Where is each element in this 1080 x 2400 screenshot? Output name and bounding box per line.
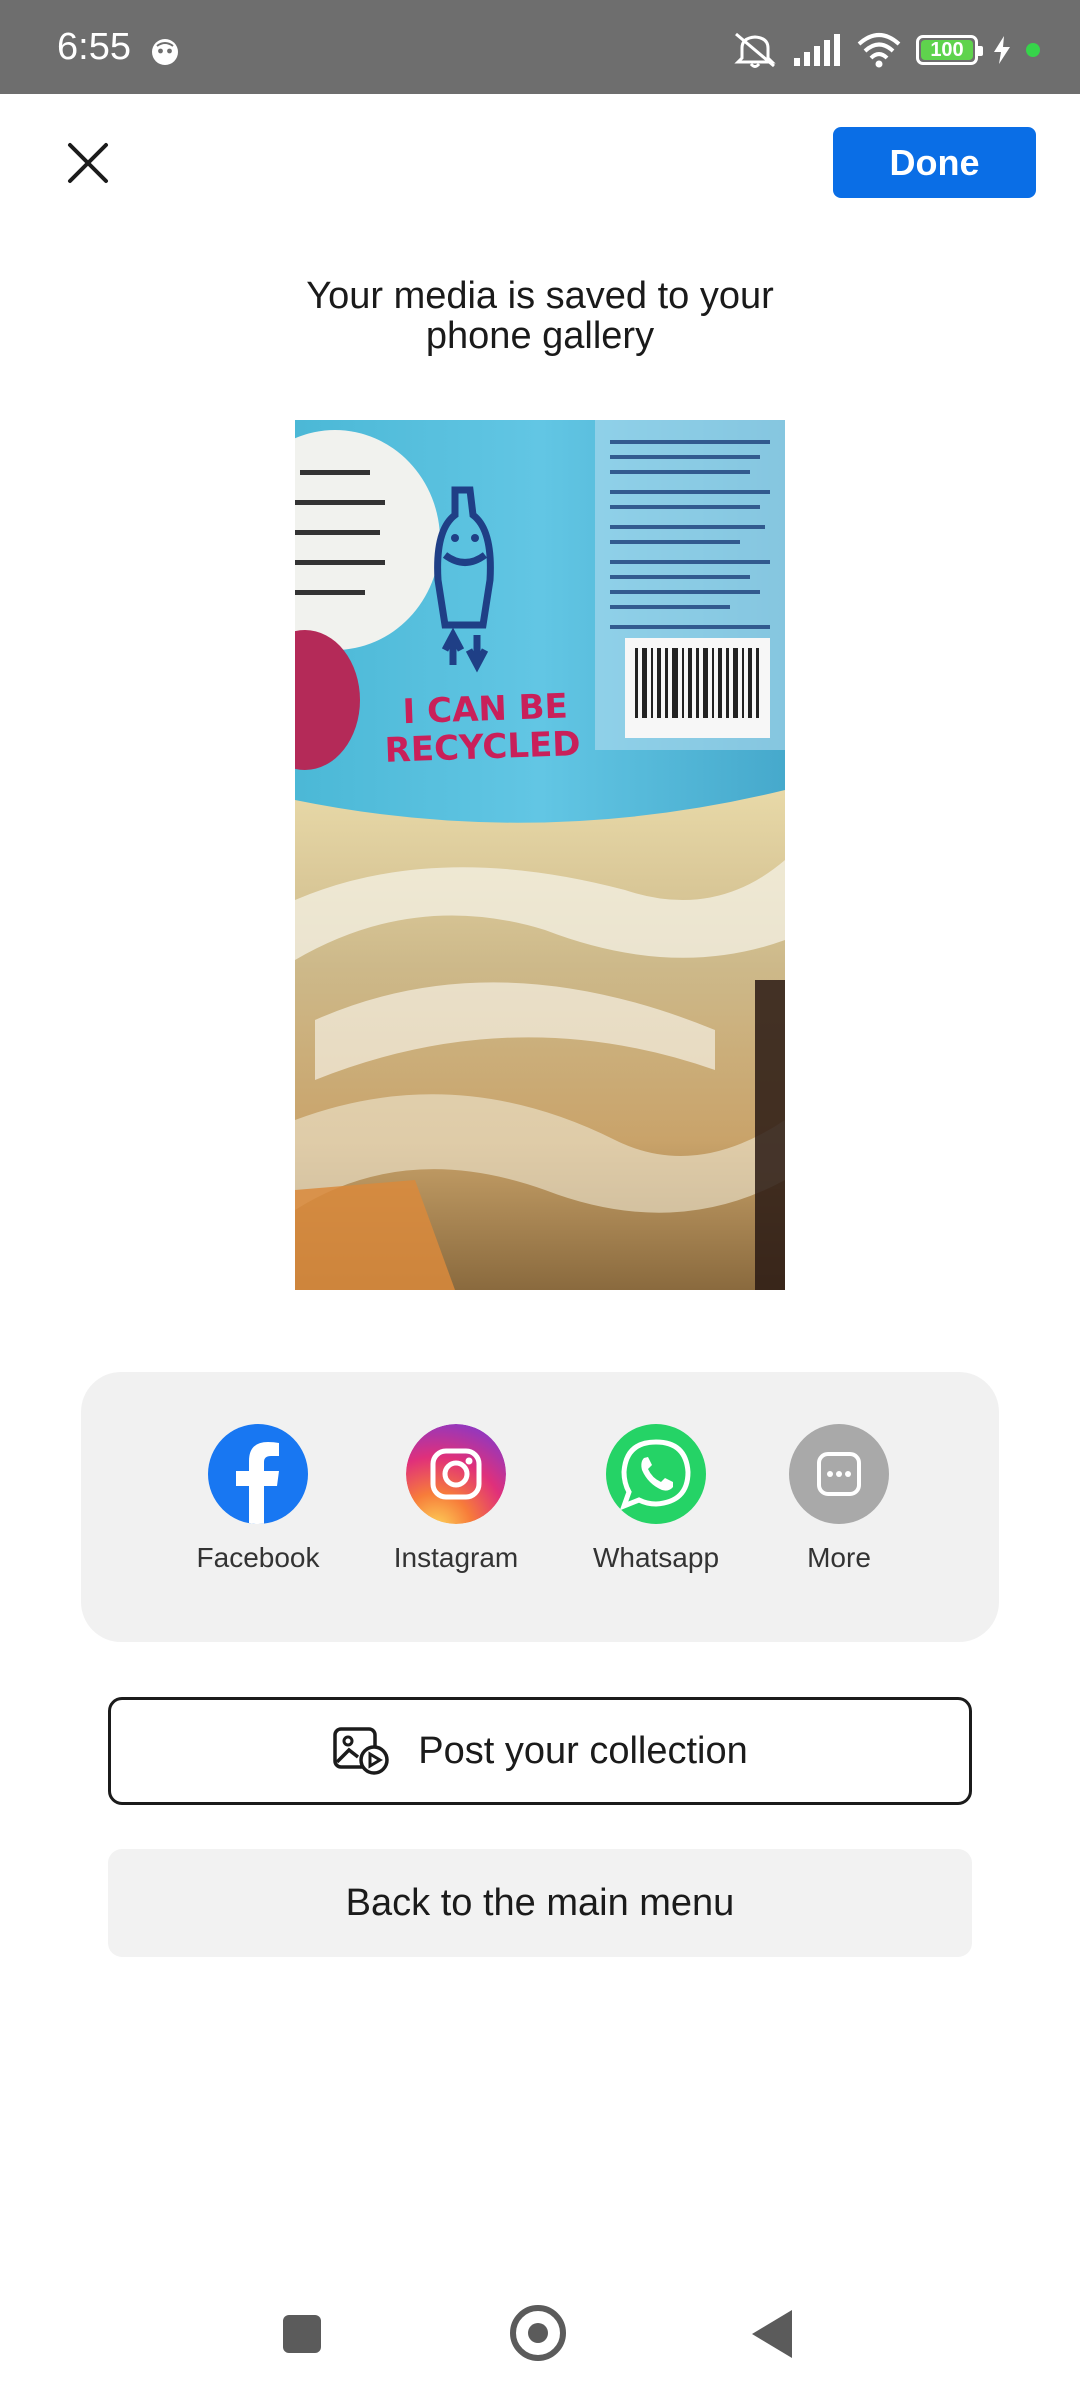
share-panel: Facebook Instagram Whatsapp More xyxy=(81,1372,999,1642)
whatsapp-icon xyxy=(606,1424,706,1524)
share-instagram[interactable]: Instagram xyxy=(366,1424,546,1574)
home-icon[interactable] xyxy=(510,2305,566,2361)
system-nav-bar xyxy=(0,2270,1080,2400)
share-whatsapp-label: Whatsapp xyxy=(592,1542,720,1573)
saved-message-line2: phone gallery xyxy=(425,315,655,357)
share-facebook[interactable]: Facebook xyxy=(168,1424,348,1574)
more-icon xyxy=(789,1424,889,1524)
wifi-icon xyxy=(857,33,901,68)
saved-message: Your media is saved to your phone galler… xyxy=(220,276,860,356)
close-icon[interactable] xyxy=(60,135,116,191)
bottle-photo: I CAN BE RECYCLED xyxy=(295,420,785,1290)
privacy-indicator-dot xyxy=(1026,43,1040,57)
share-facebook-label: Facebook xyxy=(196,1542,320,1573)
instagram-icon xyxy=(406,1424,506,1524)
back-to-main-menu-label: Back to the main menu xyxy=(345,1881,735,1924)
post-collection-label: Post your collection xyxy=(418,1729,748,1772)
share-more[interactable]: More xyxy=(749,1424,929,1574)
share-whatsapp[interactable]: Whatsapp xyxy=(566,1424,746,1574)
gallery-video-icon xyxy=(333,1727,389,1775)
back-to-main-menu-button[interactable]: Back to the main menu xyxy=(108,1849,972,1957)
charging-icon xyxy=(994,36,1010,64)
battery-level: 100 xyxy=(930,38,964,61)
mute-icon xyxy=(734,32,776,68)
media-preview: I CAN BE RECYCLED xyxy=(295,420,785,1290)
face-icon xyxy=(152,39,178,65)
saved-message-line1: Your media is saved to your xyxy=(306,275,774,317)
post-collection-button[interactable]: Post your collection xyxy=(108,1697,972,1805)
status-bar: 6:55 100 xyxy=(0,0,1080,94)
battery-icon: 100 xyxy=(916,35,983,65)
status-icons: 100 xyxy=(732,30,1040,70)
facebook-icon xyxy=(208,1424,308,1524)
share-instagram-label: Instagram xyxy=(393,1542,519,1573)
svg-text:RECYCLED: RECYCLED xyxy=(384,724,581,771)
share-more-label: More xyxy=(807,1542,871,1573)
recents-icon[interactable] xyxy=(283,2315,321,2353)
signal-icon xyxy=(794,34,840,66)
status-time: 6:55 xyxy=(57,26,131,68)
done-button[interactable]: Done xyxy=(833,127,1036,198)
back-icon[interactable] xyxy=(752,2310,792,2358)
